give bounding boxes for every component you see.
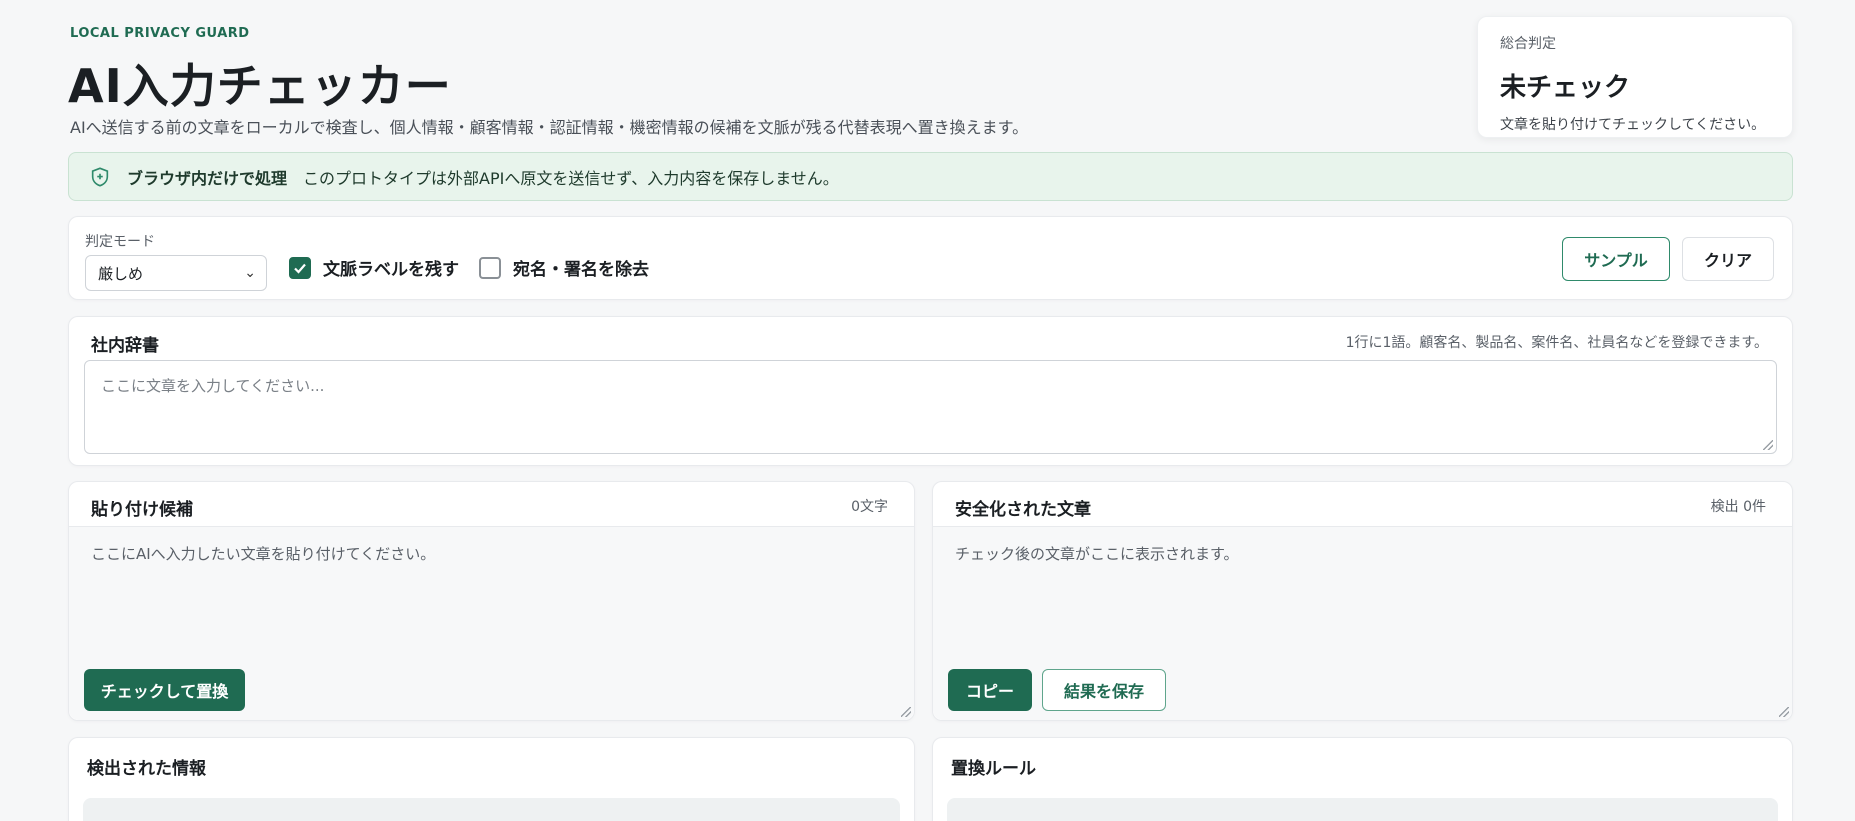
mode-label: 判定モード: [85, 234, 155, 250]
checkbox-empty-icon: [479, 256, 501, 279]
detected-list: [83, 798, 900, 821]
rules-title: 置換ルール: [951, 759, 1036, 779]
remove-signature-checkbox[interactable]: 宛名・署名を除去: [479, 255, 649, 280]
detected-title: 検出された情報: [87, 759, 206, 779]
rules-list: [947, 798, 1778, 821]
verdict-value: 未チェック: [1500, 73, 1631, 103]
remove-signature-label: 宛名・署名を除去: [513, 260, 649, 280]
checkbox-checked-icon: [289, 256, 311, 279]
detection-count: 検出 0件: [1710, 499, 1766, 515]
dictionary-title: 社内辞書: [91, 336, 159, 356]
safe-textarea[interactable]: チェック後の文章がここに表示されます。 コピー 結果を保存: [933, 527, 1792, 720]
notice-strong: ブラウザ内だけで処理: [127, 168, 288, 188]
safe-header: 安全化された文章 検出 0件: [933, 482, 1792, 527]
dictionary-panel: 社内辞書 1行に1語。顧客名、製品名、案件名、社員名などを登録できます。 ここに…: [68, 316, 1793, 466]
page-subtitle: AIへ送信する前の文章をローカルで検査し、個人情報・顧客情報・認証情報・機密情報…: [70, 118, 1029, 137]
verdict-hint: 文章を貼り付けてチェックしてください。: [1500, 117, 1766, 133]
safe-placeholder: チェック後の文章がここに表示されます。: [955, 545, 1239, 563]
mode-select-value: 厳しめ: [98, 264, 144, 283]
dictionary-hint: 1行に1語。顧客名、製品名、案件名、社員名などを登録できます。: [1345, 335, 1768, 351]
chevron-down-icon: ⌄: [244, 265, 256, 281]
sample-button[interactable]: サンプル: [1562, 237, 1670, 281]
notice-text: このプロトタイプは外部APIへ原文を送信せず、入力内容を保存しません。: [303, 168, 839, 188]
toolbar: 判定モード 厳しめ ⌄ 文脈ラベルを残す 宛名・署名を除去 サンプル クリア: [68, 216, 1793, 300]
paste-textarea[interactable]: ここにAIへ入力したい文章を貼り付けてください。 チェックして置換: [69, 527, 914, 720]
paste-title: 貼り付け候補: [91, 500, 193, 520]
mode-select[interactable]: 厳しめ ⌄: [85, 255, 267, 291]
save-result-button[interactable]: 結果を保存: [1042, 669, 1166, 711]
eyebrow: LOCAL PRIVACY GUARD: [70, 26, 250, 41]
safe-title: 安全化された文章: [955, 500, 1091, 520]
page-title: AI入力チェッカー: [68, 59, 452, 113]
verdict-label: 総合判定: [1500, 36, 1556, 52]
verdict-card: 総合判定 未チェック 文章を貼り付けてチェックしてください。: [1477, 16, 1793, 138]
keep-context-checkbox[interactable]: 文脈ラベルを残す: [289, 255, 459, 280]
dictionary-placeholder: ここに文章を入力してください...: [101, 377, 325, 395]
paste-char-count: 0文字: [851, 499, 888, 515]
keep-context-label: 文脈ラベルを残す: [323, 260, 459, 280]
safe-output-panel: 安全化された文章 検出 0件 チェック後の文章がここに表示されます。 コピー 結…: [932, 481, 1793, 721]
paste-panel: 貼り付け候補 0文字 ここにAIへ入力したい文章を貼り付けてください。 チェック…: [68, 481, 915, 721]
shield-icon: [91, 166, 109, 187]
dictionary-textarea[interactable]: ここに文章を入力してください...: [84, 360, 1777, 454]
clear-button[interactable]: クリア: [1682, 237, 1774, 281]
privacy-notice: ブラウザ内だけで処理 このプロトタイプは外部APIへ原文を送信せず、入力内容を保…: [68, 152, 1793, 201]
paste-placeholder: ここにAIへ入力したい文章を貼り付けてください。: [91, 545, 436, 563]
rules-panel: 置換ルール: [932, 737, 1793, 821]
paste-header: 貼り付け候補 0文字: [69, 482, 914, 527]
copy-button[interactable]: コピー: [948, 669, 1032, 711]
resize-grip-icon: [1779, 707, 1789, 717]
detected-panel: 検出された情報: [68, 737, 915, 821]
resize-grip-icon: [901, 707, 911, 717]
resize-grip-icon: [1763, 440, 1773, 450]
check-replace-button[interactable]: チェックして置換: [84, 669, 245, 711]
